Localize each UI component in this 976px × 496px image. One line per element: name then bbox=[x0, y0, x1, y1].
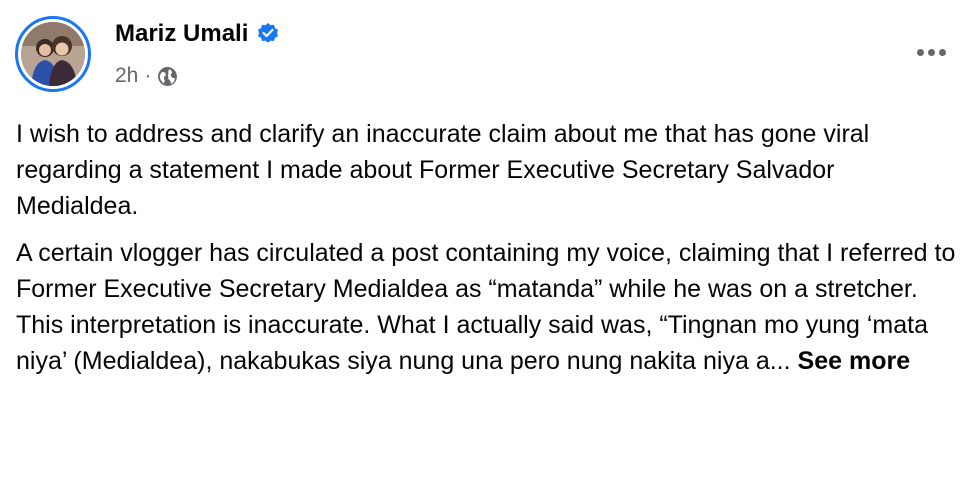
see-more-link[interactable]: See more bbox=[798, 347, 911, 375]
globe-icon[interactable] bbox=[157, 66, 178, 87]
post-meta: 2h · bbox=[115, 64, 178, 88]
facebook-post: Mariz Umali 2h · I wish to address and c… bbox=[0, 0, 976, 496]
profile-photo bbox=[21, 22, 85, 86]
verified-badge-icon bbox=[256, 22, 280, 46]
avatar[interactable] bbox=[15, 16, 91, 92]
more-options-icon-dot bbox=[938, 48, 946, 56]
post-paragraph-2: A certain vlogger has circulated a post … bbox=[16, 235, 960, 379]
post-paragraph-1: I wish to address and clarify an inaccur… bbox=[16, 120, 870, 220]
more-options-button[interactable] bbox=[908, 36, 954, 68]
separator: · bbox=[144, 64, 152, 87]
more-options-icon-dot bbox=[927, 48, 935, 56]
timestamp[interactable]: 2h bbox=[115, 64, 138, 88]
author-line: Mariz Umali bbox=[115, 20, 280, 48]
post-body: I wish to address and clarify an inaccur… bbox=[16, 116, 960, 390]
more-options-icon bbox=[916, 48, 924, 56]
author-name[interactable]: Mariz Umali bbox=[115, 20, 248, 48]
